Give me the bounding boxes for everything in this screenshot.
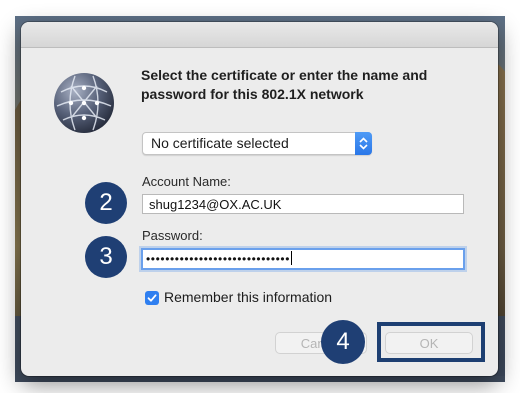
- text-caret: [291, 251, 293, 265]
- select-arrows-icon: [355, 132, 372, 155]
- dialog-prompt: Select the certificate or enter the name…: [141, 66, 481, 104]
- remember-checkbox[interactable]: [145, 291, 159, 305]
- step-badge-2: 2: [85, 182, 127, 224]
- network-globe-icon: [53, 72, 115, 134]
- password-field[interactable]: ••••••••••••••••••••••••••••••: [141, 248, 465, 270]
- password-masked-value: ••••••••••••••••••••••••••••••: [146, 252, 291, 266]
- prompt-line-2: password for this 802.1X network: [141, 86, 364, 102]
- checkmark-icon: [147, 294, 157, 302]
- certificate-select[interactable]: No certificate selected: [142, 132, 372, 155]
- account-name-label: Account Name:: [142, 174, 231, 189]
- dialog-titlebar: [21, 22, 498, 48]
- password-label: Password:: [142, 228, 203, 243]
- step-badge-4: 4: [321, 320, 365, 364]
- certificate-select-value: No certificate selected: [151, 135, 289, 151]
- account-name-field[interactable]: shug1234@OX.AC.UK: [142, 194, 464, 214]
- remember-label[interactable]: Remember this information: [164, 289, 332, 305]
- step-badge-3: 3: [85, 236, 127, 278]
- prompt-line-1: Select the certificate or enter the name…: [141, 67, 428, 83]
- ok-highlight-box: [377, 322, 485, 362]
